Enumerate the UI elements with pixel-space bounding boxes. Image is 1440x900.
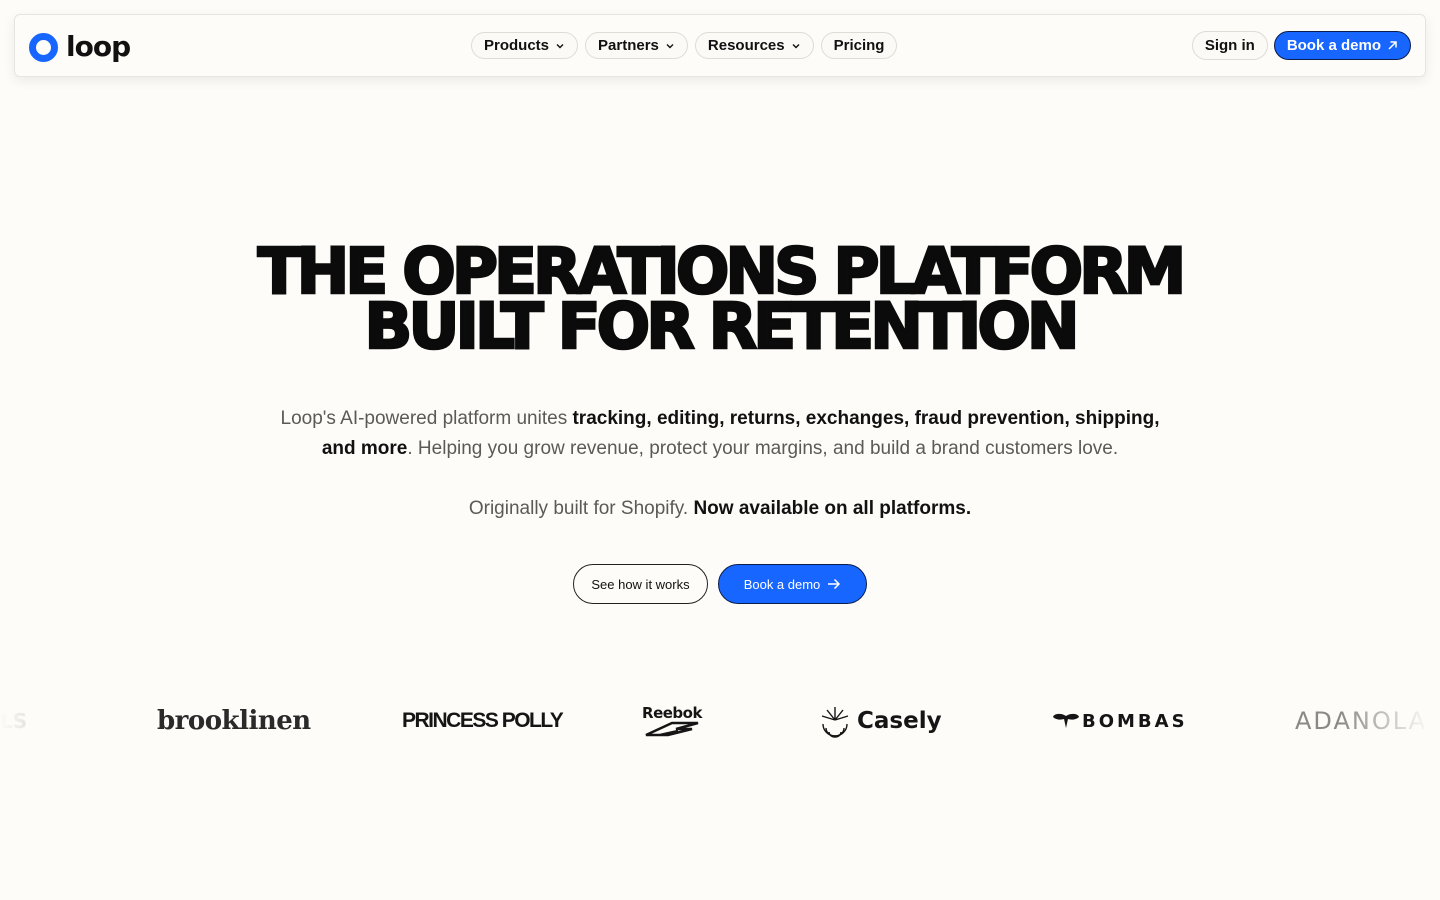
logo-fade-right xyxy=(1340,690,1440,750)
chevron-down-icon xyxy=(792,43,800,48)
nav-partners-label: Partners xyxy=(598,37,659,54)
casely-wordmark: Casely xyxy=(857,708,942,734)
nav-resources[interactable]: Resources xyxy=(694,32,814,59)
loop-logo[interactable]: loop xyxy=(29,30,131,64)
brand-logo-princess-polly: PRINCESS POLLY xyxy=(402,709,564,732)
logo-fade-left xyxy=(0,690,60,750)
bombas-wordmark: BOMBAS xyxy=(1082,710,1188,732)
book-demo-hero-label: Book a demo xyxy=(743,576,821,592)
platform-note: Originally built for Shopify. Now availa… xyxy=(0,494,1440,524)
brand-logo-brooklinen: brooklinen xyxy=(157,706,311,736)
brand-logo-casely: Casely xyxy=(818,696,942,746)
nav-products-label: Products xyxy=(484,37,550,54)
hero-desc-part2: . Helping you grow revenue, protect your… xyxy=(407,438,1119,459)
book-demo-hero-button[interactable]: Book a demo xyxy=(718,564,867,604)
nav-products[interactable]: Products xyxy=(471,32,579,59)
nav-pricing-label: Pricing xyxy=(833,37,885,54)
nav-partners[interactable]: Partners xyxy=(585,32,688,59)
see-how-it-works-button[interactable]: See how it works xyxy=(573,564,708,604)
book-demo-nav-label: Book a demo xyxy=(1286,37,1381,54)
sign-in-button[interactable]: Sign in xyxy=(1191,31,1268,60)
hero-desc-part1: Loop's AI-powered platform unites xyxy=(280,408,573,429)
hero-description: Loop's AI-powered platform unites tracki… xyxy=(0,404,1440,464)
book-demo-nav-button[interactable]: Book a demo xyxy=(1273,31,1411,60)
reebok-delta-icon xyxy=(645,721,699,737)
hero-desc-bold1: tracking, editing, returns, exchanges, f… xyxy=(572,408,1160,429)
nav-pricing[interactable]: Pricing xyxy=(820,32,898,59)
nav-actions: Sign in Book a demo xyxy=(1191,31,1411,60)
hero-title: THE OPERATIONS PLATFORM BUILT FOR RETENT… xyxy=(0,239,1440,363)
brand-logo-bombas: BOMBAS xyxy=(1052,696,1188,746)
top-navbar: loop Products Partners Resources Pricing… xyxy=(14,14,1426,77)
nav-resources-label: Resources xyxy=(707,37,785,54)
hero-desc-bold2: and more xyxy=(321,438,408,459)
chevron-down-icon xyxy=(666,43,674,48)
customer-logos: LS brooklinen PRINCESS POLLY Reebok Case… xyxy=(0,696,1440,746)
bombas-bee-icon xyxy=(1053,713,1079,728)
hero-cta-row: See how it works Book a demo xyxy=(573,564,867,604)
chevron-down-icon xyxy=(556,43,564,48)
brand-logo-reebok: Reebok xyxy=(642,696,702,746)
arrow-up-right-icon xyxy=(1388,41,1397,50)
hero-title-line2: BUILT FOR RETENTION xyxy=(363,290,1081,363)
arrow-right-icon xyxy=(828,578,841,590)
casely-sunburst-icon xyxy=(821,707,849,738)
logo-text: loop xyxy=(66,30,131,63)
main-nav: Products Partners Resources Pricing xyxy=(471,32,898,59)
platform-note-text: Originally built for Shopify. xyxy=(468,498,694,519)
reebok-wordmark: Reebok xyxy=(642,704,702,722)
platform-note-bold: Now available on all platforms. xyxy=(693,498,972,519)
loop-logo-ring-icon xyxy=(29,32,58,62)
